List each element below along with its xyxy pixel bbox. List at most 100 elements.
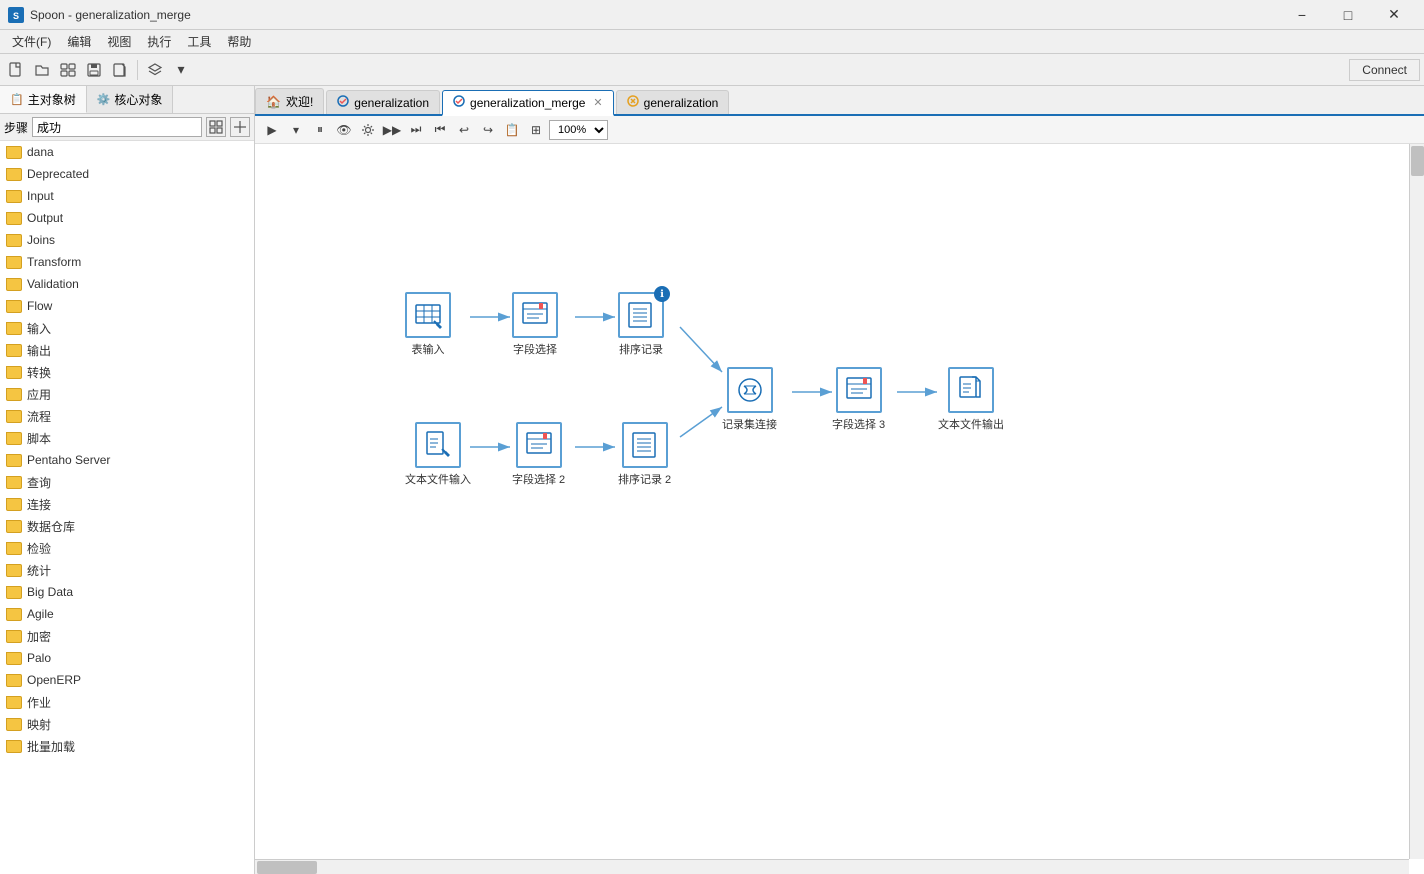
step-sort-rows-2[interactable]: 排序记录 2: [618, 422, 671, 487]
close-button[interactable]: ✕: [1372, 0, 1416, 30]
folder-icon: [6, 189, 22, 203]
step-table-input[interactable]: 表输入: [405, 292, 451, 357]
tree-item-transform[interactable]: Transform: [0, 251, 254, 273]
main-layout: 📋 主对象树 ⚙️ 核心对象 步骤 dana: [0, 86, 1424, 874]
toolbar-save[interactable]: [82, 58, 106, 82]
tree-item-input[interactable]: Input: [0, 185, 254, 207]
tree-item-output-cn[interactable]: 输出: [0, 339, 254, 361]
step-field-select-2[interactable]: 字段选择 2: [512, 422, 565, 487]
panel-tab-main[interactable]: 📋 主对象树: [0, 86, 87, 113]
canvas-area[interactable]: 表输入 字段选择: [255, 144, 1424, 874]
undo-button[interactable]: ↩: [453, 119, 475, 141]
tree-item-validation[interactable]: Validation: [0, 273, 254, 295]
tree-item-check-cn[interactable]: 检验: [0, 537, 254, 559]
toolbar-layers[interactable]: [143, 58, 167, 82]
tree-item-input-cn[interactable]: 输入: [0, 317, 254, 339]
zoom-select[interactable]: 100% 50% 75% 150% 200%: [549, 120, 608, 140]
toolbar-explore[interactable]: [56, 58, 80, 82]
menu-help[interactable]: 帮助: [219, 31, 259, 52]
step-field-select-3[interactable]: 字段选择 3: [832, 367, 885, 432]
tree-item-agile[interactable]: Agile: [0, 603, 254, 625]
step-label-sort-rows-1: 排序记录: [619, 341, 663, 357]
copy-button[interactable]: 📋: [501, 119, 523, 141]
step-text-output[interactable]: 文本文件输出: [938, 367, 1004, 432]
tab-generalization2[interactable]: generalization: [616, 90, 730, 114]
folder-icon: [6, 387, 22, 401]
tree-item-bigdata[interactable]: Big Data: [0, 581, 254, 603]
tree-item-mapping-cn[interactable]: 映射: [0, 713, 254, 735]
folder-icon: [6, 651, 22, 665]
tree-item-script-cn[interactable]: 脚本: [0, 427, 254, 449]
minimize-button[interactable]: −: [1280, 0, 1324, 30]
connect-button[interactable]: Connect: [1349, 59, 1420, 81]
toolbar-new[interactable]: [4, 58, 28, 82]
menu-execute[interactable]: 执行: [139, 31, 179, 52]
tree-item-output[interactable]: Output: [0, 207, 254, 229]
search-input[interactable]: [32, 117, 202, 137]
folder-icon: [6, 255, 22, 269]
step-into-button[interactable]: ▶▶: [381, 119, 403, 141]
tab-welcome[interactable]: 🏠 欢迎!: [255, 88, 324, 114]
step-field-select-1[interactable]: 字段选择: [512, 292, 558, 357]
run-button[interactable]: ▶: [261, 119, 283, 141]
align-button[interactable]: ⊞: [525, 119, 547, 141]
folder-icon: [6, 453, 22, 467]
folder-icon: [6, 343, 22, 357]
tree-item-connect-cn[interactable]: 连接: [0, 493, 254, 515]
tree-item-palo[interactable]: Palo: [0, 647, 254, 669]
tree-item-pentaho-server[interactable]: Pentaho Server: [0, 449, 254, 471]
panel-tab-core[interactable]: ⚙️ 核心对象: [87, 86, 174, 113]
tree-item-joins[interactable]: Joins: [0, 229, 254, 251]
tree-item-transform-cn[interactable]: 转换: [0, 361, 254, 383]
tree-item-encrypt-cn[interactable]: 加密: [0, 625, 254, 647]
tree-item-dana[interactable]: dana: [0, 141, 254, 163]
menu-view[interactable]: 视图: [99, 31, 139, 52]
panel-tabs: 📋 主对象树 ⚙️ 核心对象: [0, 86, 254, 114]
tree-item-bulkload-cn[interactable]: 批量加载: [0, 735, 254, 757]
toolbar-open[interactable]: [30, 58, 54, 82]
step-text-input[interactable]: 文本文件输入: [405, 422, 471, 487]
tree-item-job-cn[interactable]: 作业: [0, 691, 254, 713]
rewind-button[interactable]: ⏮: [429, 119, 451, 141]
menu-file[interactable]: 文件(F): [4, 31, 59, 52]
search-label: 步骤: [4, 119, 28, 136]
tree-item-deprecated[interactable]: Deprecated: [0, 163, 254, 185]
step-sort-rows-1[interactable]: ℹ 排序记录: [618, 292, 664, 357]
tab-generalization-merge[interactable]: generalization_merge ✕: [442, 90, 614, 116]
vertical-scrollbar[interactable]: [1409, 144, 1424, 859]
horizontal-scrollbar[interactable]: [255, 859, 1409, 874]
menu-tools[interactable]: 工具: [179, 31, 219, 52]
tree-item-flow-cn[interactable]: 流程: [0, 405, 254, 427]
menu-bar: 文件(F) 编辑 视图 执行 工具 帮助: [0, 30, 1424, 54]
expand-all-button[interactable]: [206, 117, 226, 137]
pause-button[interactable]: ⏸: [309, 119, 331, 141]
tree-item-openerp[interactable]: OpenERP: [0, 669, 254, 691]
run-dropdown-button[interactable]: ▾: [285, 119, 307, 141]
settings-button[interactable]: [357, 119, 379, 141]
toolbar: ▾ Connect: [0, 54, 1424, 86]
folder-icon: [6, 277, 22, 291]
toolbar-saveas[interactable]: [108, 58, 132, 82]
folder-icon: [6, 233, 22, 247]
redo-button[interactable]: ↪: [477, 119, 499, 141]
step-merge-join[interactable]: 记录集连接: [722, 367, 777, 432]
tree-item-stats-cn[interactable]: 统计: [0, 559, 254, 581]
maximize-button[interactable]: □: [1326, 0, 1370, 30]
step-label-field-select-2: 字段选择 2: [512, 471, 565, 487]
tab-merge-close[interactable]: ✕: [593, 96, 602, 109]
step-icon-merge-join: [727, 367, 773, 413]
tree-item-app-cn[interactable]: 应用: [0, 383, 254, 405]
step-label-text-output: 文本文件输出: [938, 416, 1004, 432]
toolbar-dropdown[interactable]: ▾: [169, 58, 193, 82]
step-over-button[interactable]: ⏭: [405, 119, 427, 141]
window-controls: − □ ✕: [1280, 0, 1416, 30]
collapse-all-button[interactable]: [230, 117, 250, 137]
tab-merge-label: generalization_merge: [470, 96, 585, 110]
tree-item-dw-cn[interactable]: 数据仓库: [0, 515, 254, 537]
preview-button[interactable]: 👁: [333, 119, 355, 141]
tree-item-query-cn[interactable]: 查询: [0, 471, 254, 493]
folder-icon: [6, 629, 22, 643]
menu-edit[interactable]: 编辑: [59, 31, 99, 52]
tree-item-flow[interactable]: Flow: [0, 295, 254, 317]
tab-generalization[interactable]: generalization: [326, 90, 440, 114]
